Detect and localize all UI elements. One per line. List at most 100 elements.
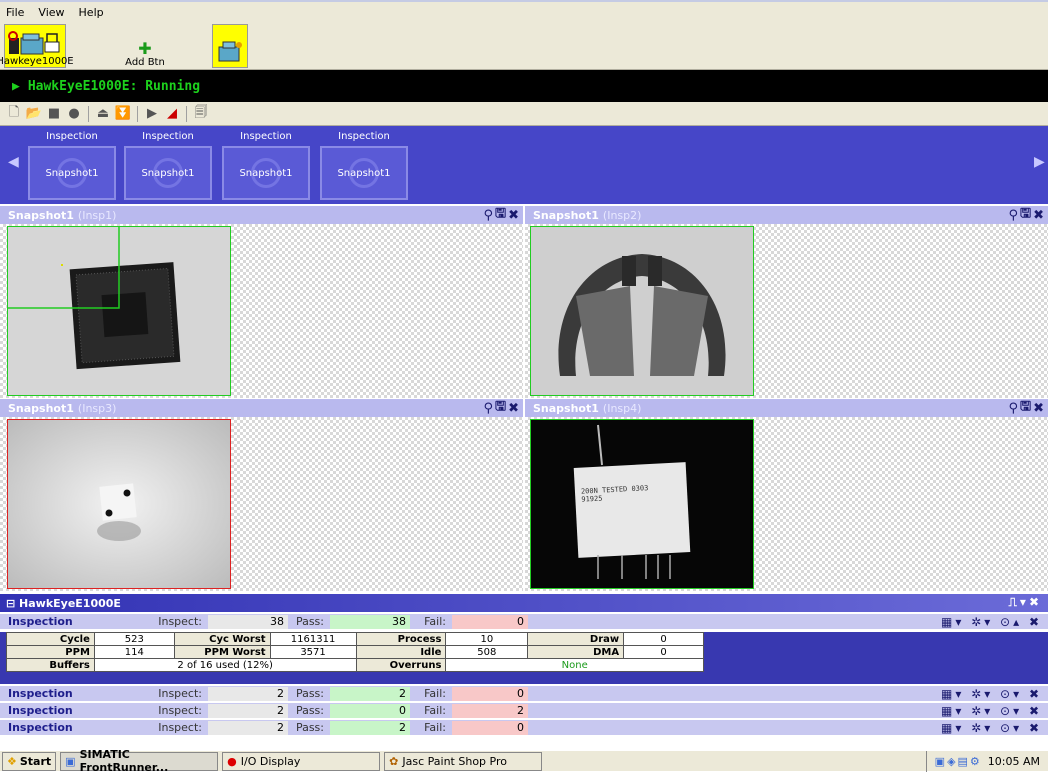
menu-help[interactable]: Help [79,6,104,19]
save-icon[interactable]: 🖫 [495,204,506,226]
device-button-hawkeye[interactable]: Hawkeye1000E [0,24,74,68]
thumbnail-label: Snapshot1 [141,167,195,179]
tools-icon[interactable]: ✖ [508,401,519,416]
device-button-2[interactable] [212,24,248,68]
inspection-thumbnail: Snapshot1 [28,146,116,200]
properties-icon[interactable]: 🗐 [193,105,209,122]
device-status-bar: ▶ HawkEyeE1000E: Running [0,70,1048,102]
inspect-label: Inspect: [158,687,202,700]
stat-key: Idle [355,645,447,659]
inspection-name: Inspection [8,615,73,628]
inspection-image-clip [530,226,754,396]
save-icon[interactable]: 🖫 [1020,204,1031,226]
zoom-icon[interactable]: ⚲ [483,208,493,223]
stat-value: 10 [445,632,529,646]
inspection-strip: ◀ Inspection Snapshot1 Inspection Snapsh… [0,126,1048,204]
menu-bar: File View Help [0,0,1048,22]
red-dot-icon: ● [227,754,237,768]
upload-icon[interactable]: ⏏ [95,106,111,122]
taskbar-item-paint-shop[interactable]: ✿ Jasc Paint Shop Pro [384,751,543,771]
menu-file[interactable]: File [6,6,24,19]
inspection-tile[interactable]: Inspection Snapshot1 [28,131,116,200]
stat-key: Cycle [6,632,95,646]
row-tools-icon[interactable]: ▦▾ ✲▾ ⊙▾ ✖ [941,704,1042,718]
menu-view[interactable]: View [38,6,64,19]
play-icon: ▶ [12,78,20,94]
tray-icons[interactable]: ▣◈▤⚙ [935,755,982,768]
inspection-tile[interactable]: Inspection Snapshot1 [320,131,408,200]
taskbar-item-label: I/O Display [240,754,301,768]
pane-subtitle: (Insp4) [602,401,642,415]
image-pane-insp3[interactable] [0,417,523,591]
tools-icon[interactable]: ✖ [1033,208,1044,223]
pane-header-insp3: Snapshot1 (Insp3) ⚲ 🖫 ✖ [0,399,523,417]
inspection-tile[interactable]: Inspection Snapshot1 [222,131,310,200]
image-pane-insp4[interactable]: 200N TESTED 0303 91925 [525,417,1048,591]
pane-header-insp4: Snapshot1 (Insp4) ⚲ 🖫 ✖ [525,399,1048,417]
zoom-icon[interactable]: ⚲ [1008,208,1018,223]
inspection-image-bga-chip [7,226,231,396]
thumbnail-label: Snapshot1 [337,167,391,179]
thumbnail-label: Snapshot1 [45,167,99,179]
inspection-row[interactable]: Inspection Inspect: 2 Pass: 2 Fail: 0 ▦▾… [0,720,1048,736]
row-tools-icon[interactable]: ▦▾ ✲▾ ⊙▴ ✖ [941,615,1042,629]
stat-value: 2 of 16 used (12%) [93,658,357,672]
svg-text:91925: 91925 [581,495,602,504]
row-tools-icon[interactable]: ▦▾ ✲▾ ⊙▾ ✖ [941,721,1042,735]
image-pane-insp1[interactable] [0,224,523,398]
taskbar: ❖ Start ▣ SIMATIC FrontRunner... ● I/O D… [0,748,1048,774]
stop-icon[interactable]: ◢ [164,106,180,122]
stat-key: Process [355,632,447,646]
signal-tools-icon[interactable]: ⎍▾✖ [1009,595,1042,610]
camera-icon [218,41,242,62]
pane-subtitle: (Insp2) [602,208,642,222]
taskbar-item-frontrunner[interactable]: ▣ SIMATIC FrontRunner... [60,748,219,774]
download-icon[interactable]: ⏬ [115,106,131,122]
save-icon[interactable]: 🖫 [495,397,506,419]
inspection-tile-title: Inspection [142,131,194,142]
summary-header[interactable]: ⊟ HawkEyeE1000E ⎍▾✖ [0,594,1048,612]
image-pane-insp2[interactable] [525,224,1048,398]
start-label: Start [19,754,52,768]
camera-icon [8,31,60,55]
save-icon[interactable]: ■ [46,106,62,122]
fail-label: Fail: [424,721,446,734]
zoom-icon[interactable]: ⚲ [483,401,493,416]
inspection-row[interactable]: Inspection Inspect: 2 Pass: 0 Fail: 2 ▦▾… [0,703,1048,719]
tools-icon[interactable]: ✖ [508,208,519,223]
fail-count: 0 [452,686,528,701]
start-button[interactable]: ❖ Start [2,751,57,771]
paint-icon: ✿ [389,754,399,768]
add-device-button[interactable]: ✚ Add Btn [120,24,170,69]
run-icon[interactable]: ▶ [144,106,160,122]
new-icon[interactable]: 🗋 [6,105,22,122]
scroll-right-icon[interactable]: ▶ [1034,154,1045,170]
device-name: ⊟ HawkEyeE1000E [6,596,121,610]
stats-panel: Cycle 523 Cyc Worst 1161311 Process 10 D… [0,632,1048,684]
scroll-left-icon[interactable]: ◀ [8,154,19,170]
row-tools-icon[interactable]: ▦▾ ✲▾ ⊙▾ ✖ [941,687,1042,701]
stat-key: Draw [527,632,625,646]
add-device-label: Add Btn [125,57,165,68]
inspect-count: 2 [208,703,288,718]
save-icon[interactable]: 🖫 [1020,397,1031,419]
pane-title: Snapshot1 [533,401,599,415]
toolbar-separator [88,105,89,122]
inspection-tile[interactable]: Inspection Snapshot1 [124,131,212,200]
inspect-count: 2 [208,720,288,735]
inspection-row[interactable]: Inspection Inspect: 38 Pass: 38 Fail: 0 … [0,614,1048,630]
stat-key: PPM Worst [173,645,271,659]
inspect-count: 38 [208,614,288,629]
zoom-icon[interactable]: ⚲ [1008,401,1018,416]
pane-title: Snapshot1 [8,401,74,415]
device-toolbar: Hawkeye1000E ✚ Add Btn [0,22,1048,70]
tools-icon[interactable]: ✖ [1033,401,1044,416]
pass-label: Pass: [295,687,324,700]
camera-small-icon[interactable]: ● [66,106,82,122]
pass-count: 38 [330,614,410,629]
taskbar-item-io-display[interactable]: ● I/O Display [222,751,381,771]
inspection-name: Inspection [8,704,73,717]
inspection-row[interactable]: Inspection Inspect: 2 Pass: 2 Fail: 0 ▦▾… [0,686,1048,702]
open-icon[interactable]: 📂 [26,106,42,122]
inspect-label: Inspect: [158,615,202,628]
